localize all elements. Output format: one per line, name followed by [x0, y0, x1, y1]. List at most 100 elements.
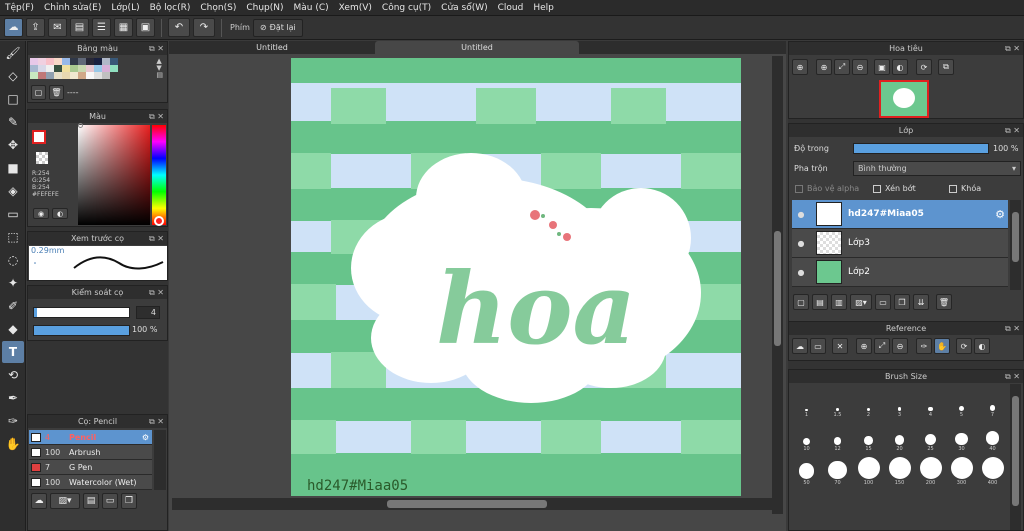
zoom-fit-icon[interactable]: ⊕ — [792, 59, 808, 75]
secondary-color-swatch[interactable] — [36, 152, 48, 164]
brush-size-option[interactable]: 40 — [977, 418, 1008, 452]
brush-size-scroll-thumb[interactable] — [1012, 396, 1019, 506]
calendar-icon[interactable]: ▣ — [136, 18, 155, 37]
hue-handle[interactable] — [154, 216, 164, 226]
select-pen-icon[interactable]: ✐ — [2, 295, 24, 317]
redo-icon[interactable]: ↷ — [193, 18, 215, 37]
palette-swatch[interactable] — [38, 72, 46, 79]
close-icon[interactable]: ⧉ ✕ — [149, 286, 164, 299]
new-layer-icon[interactable]: ▢ — [793, 294, 809, 310]
trash-icon[interactable]: 🗑 — [49, 85, 64, 100]
menu-filter[interactable]: Bộ lọc(R) — [145, 3, 196, 13]
palette-swatch[interactable] — [54, 72, 62, 79]
pen-tool-icon[interactable]: ✎ — [2, 111, 24, 133]
duplicate-icon[interactable]: ❐ — [121, 493, 137, 509]
palette-swatch[interactable] — [110, 65, 118, 72]
menu-tools[interactable]: Công cụ(T) — [377, 3, 436, 13]
brush-size-option[interactable]: 3 — [884, 384, 915, 418]
layer-row[interactable]: ● Lớp2 — [792, 258, 1008, 287]
palette-add-icon[interactable]: ◉ — [33, 208, 49, 219]
eyedropper-icon[interactable]: ✑ — [2, 410, 24, 432]
menu-cloud[interactable]: Cloud — [493, 3, 529, 13]
operation-tool-icon[interactable]: ⟲ — [2, 364, 24, 386]
navigator-thumbnail[interactable] — [879, 80, 929, 118]
zoom-out-icon[interactable]: ⊖ — [892, 338, 908, 354]
zoom-in-icon[interactable]: ⊕ — [816, 59, 832, 75]
message-icon[interactable]: ▤ — [70, 18, 89, 37]
brush-size-option[interactable]: 50 — [791, 452, 822, 486]
tab-untitled-2[interactable]: Untitled — [375, 41, 579, 54]
brush-size-option[interactable]: 400 — [977, 452, 1008, 486]
gear-icon[interactable]: ⚙ — [995, 208, 1005, 221]
close-icon[interactable]: ⧉ ✕ — [1005, 42, 1020, 55]
actual-size-icon[interactable]: ▣ — [874, 59, 890, 75]
visibility-icon[interactable]: ● — [792, 239, 810, 248]
layer-opacity-slider[interactable] — [853, 143, 989, 154]
palette-swatch[interactable] — [102, 72, 110, 79]
grid-icon[interactable]: ▦ — [114, 18, 133, 37]
mirror-icon[interactable]: ⧉ — [938, 59, 954, 75]
open-folder-icon[interactable]: ▭ — [810, 338, 826, 354]
close-icon[interactable]: ⧉ ✕ — [149, 110, 164, 123]
close-icon[interactable]: ⧉ ✕ — [1005, 370, 1020, 383]
horizontal-scrollbar[interactable] — [172, 498, 772, 510]
brush-size-option[interactable]: 2 — [853, 384, 884, 418]
palette-swatch[interactable] — [62, 72, 70, 79]
layer-scroll-thumb[interactable] — [1012, 212, 1019, 262]
list-icon[interactable]: ☰ — [92, 18, 111, 37]
brush-size-option[interactable]: 150 — [884, 452, 915, 486]
brush-size-option[interactable]: 1 — [791, 384, 822, 418]
merge-layer-icon[interactable]: ⇊ — [913, 294, 929, 310]
menu-window[interactable]: Cửa sổ(W) — [436, 3, 492, 13]
fit-screen-icon[interactable]: ⤢ — [874, 338, 890, 354]
gear-icon[interactable]: ⚙ — [142, 433, 149, 442]
rotate-icon[interactable]: ⟳ — [916, 59, 932, 75]
brush-size-scrollbar[interactable] — [1010, 384, 1021, 530]
rotate-icon[interactable]: ⟳ — [956, 338, 972, 354]
palette-swatch[interactable] — [94, 72, 102, 79]
palette-swatch[interactable] — [46, 65, 54, 72]
protect-alpha-checkbox[interactable] — [795, 184, 803, 193]
reset-button[interactable]: ⊘ Đặt lại — [252, 18, 303, 37]
zoom-in-icon[interactable]: ⊕ — [856, 338, 872, 354]
color-picker-cursor[interactable] — [78, 123, 83, 128]
cloud-brush-icon[interactable]: ☁ — [31, 493, 47, 509]
palette-swatch[interactable] — [102, 65, 110, 72]
visibility-icon[interactable]: ● — [792, 268, 810, 277]
brush-opacity-slider[interactable] — [33, 325, 130, 336]
brush-list-item[interactable]: 100 Watercolor (Wet) — [29, 475, 152, 490]
export-icon[interactable]: ⇪ — [26, 18, 45, 37]
hand-tool-icon[interactable]: ✋ — [2, 433, 24, 455]
brush-tool-icon[interactable]: 🖌 — [2, 42, 24, 64]
palette-swatch[interactable] — [78, 72, 86, 79]
hue-slider[interactable] — [152, 125, 166, 225]
brush-size-option[interactable]: 5 — [946, 384, 977, 418]
brush-size-option[interactable]: 1.5 — [822, 384, 853, 418]
flip-icon[interactable]: ◐ — [974, 338, 990, 354]
layer-row[interactable]: ● Lớp3 — [792, 229, 1008, 258]
cloud-icon[interactable]: ☁ — [792, 338, 808, 354]
brush-size-option[interactable]: 30 — [946, 418, 977, 452]
palette-swatch[interactable] — [78, 65, 86, 72]
close-icon[interactable]: ✕ — [832, 338, 848, 354]
brush-size-option[interactable]: 10 — [791, 418, 822, 452]
palette-swatch[interactable] — [102, 58, 110, 65]
close-icon[interactable]: ⧉ ✕ — [149, 415, 164, 428]
palette-arrows-icon[interactable]: ▲ ▼ ▤ — [156, 58, 163, 79]
palette-swatch[interactable] — [38, 58, 46, 65]
close-icon[interactable]: ⧉ ✕ — [1005, 124, 1020, 137]
folder-icon[interactable]: ▭ — [875, 294, 891, 310]
text-tool-icon[interactable]: T — [2, 341, 24, 363]
new-layer-8bit-icon[interactable]: ▤ — [812, 294, 828, 310]
palette-swatch[interactable] — [94, 65, 102, 72]
brush-list-item[interactable]: 100 Arbrush — [29, 445, 152, 460]
artwork-canvas[interactable]: hoa hd247#Miaa05 — [291, 58, 741, 496]
brush-list-item[interactable]: 7 G Pen — [29, 460, 152, 475]
brush-size-option[interactable]: 100 — [853, 452, 884, 486]
palette-swatch[interactable] — [54, 65, 62, 72]
close-icon[interactable]: ⧉ ✕ — [1005, 322, 1020, 335]
close-icon[interactable]: ⧉ ✕ — [149, 42, 164, 55]
comment-icon[interactable]: ✉ — [48, 18, 67, 37]
dropper-tool-icon[interactable]: ✒ — [2, 387, 24, 409]
select-eraser-icon[interactable]: ◆ — [2, 318, 24, 340]
